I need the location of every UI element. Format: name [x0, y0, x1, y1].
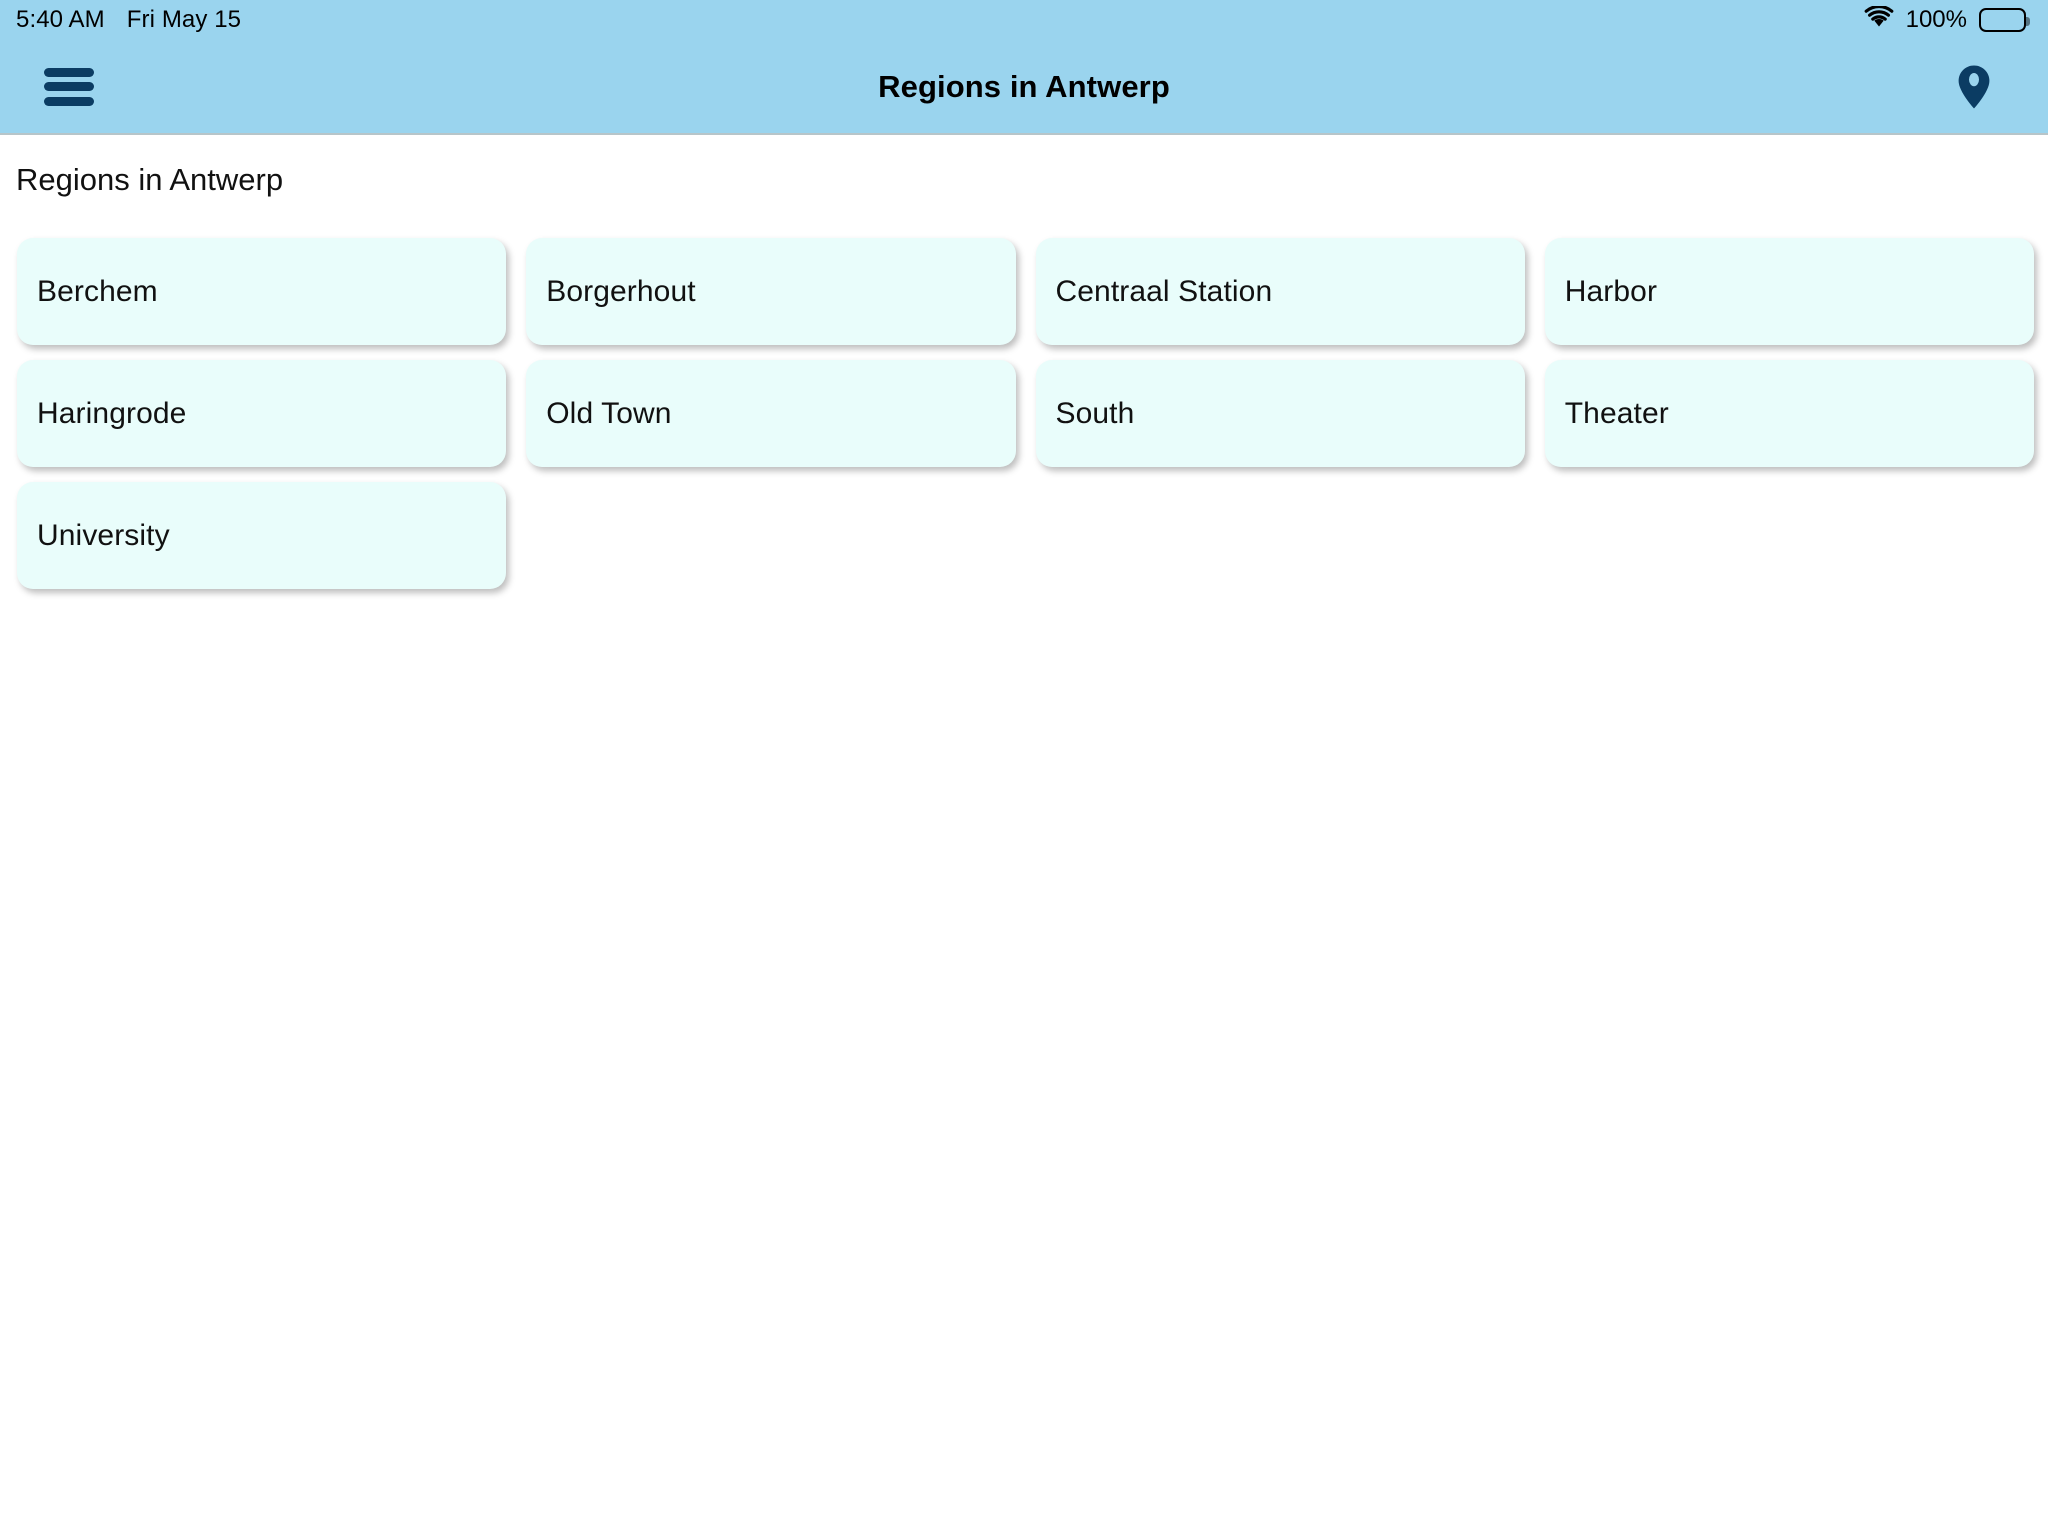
hamburger-bar-3 [44, 96, 94, 106]
status-date: Fri May 15 [126, 6, 242, 33]
status-bar-right: 100% [1864, 4, 2030, 35]
status-time: 5:40 AM [16, 6, 105, 33]
region-card-label: South [1055, 396, 1135, 430]
main-content: Regions in Antwerp Berchem Borgerhout Ce… [0, 135, 2048, 590]
region-card-haringrode[interactable]: Haringrode [17, 360, 507, 468]
region-card-label: Berchem [37, 274, 158, 308]
page-title: Regions in Antwerp [878, 68, 1170, 104]
region-card-university[interactable]: University [17, 482, 507, 590]
region-card-old-town[interactable]: Old Town [526, 360, 1016, 468]
region-card-label: Theater [1564, 396, 1669, 430]
region-card-label: Borgerhout [546, 274, 696, 308]
region-card-label: Haringrode [37, 396, 187, 430]
app-header: Regions in Antwerp [0, 40, 2048, 135]
section-heading: Regions in Antwerp [16, 162, 284, 197]
region-card-label: Old Town [546, 396, 672, 430]
region-card-theater[interactable]: Theater [1544, 360, 2034, 468]
hamburger-bar-1 [44, 67, 94, 77]
region-card-borgerhout[interactable]: Borgerhout [526, 238, 1016, 346]
region-card-centraal-station[interactable]: Centraal Station [1035, 238, 1525, 346]
map-pin-icon[interactable] [1952, 63, 1996, 111]
status-bar-left: 5:40 AM Fri May 15 [16, 6, 241, 34]
hamburger-bar-2 [44, 82, 94, 91]
region-card-label: University [37, 518, 170, 552]
battery-percent-label: 100% [1905, 6, 1967, 33]
region-card-south[interactable]: South [1035, 360, 1525, 468]
region-card-berchem[interactable]: Berchem [17, 238, 507, 346]
hamburger-menu-icon[interactable] [44, 67, 94, 106]
battery-full-icon [1979, 8, 2030, 32]
status-bar: 5:40 AM Fri May 15 100% [0, 0, 2048, 40]
regions-grid: Berchem Borgerhout Centraal Station Harb… [0, 197, 2048, 590]
region-card-label: Harbor [1564, 274, 1658, 308]
wifi-icon [1864, 4, 1894, 35]
region-card-harbor[interactable]: Harbor [1544, 238, 2034, 346]
region-card-label: Centraal Station [1055, 274, 1273, 308]
